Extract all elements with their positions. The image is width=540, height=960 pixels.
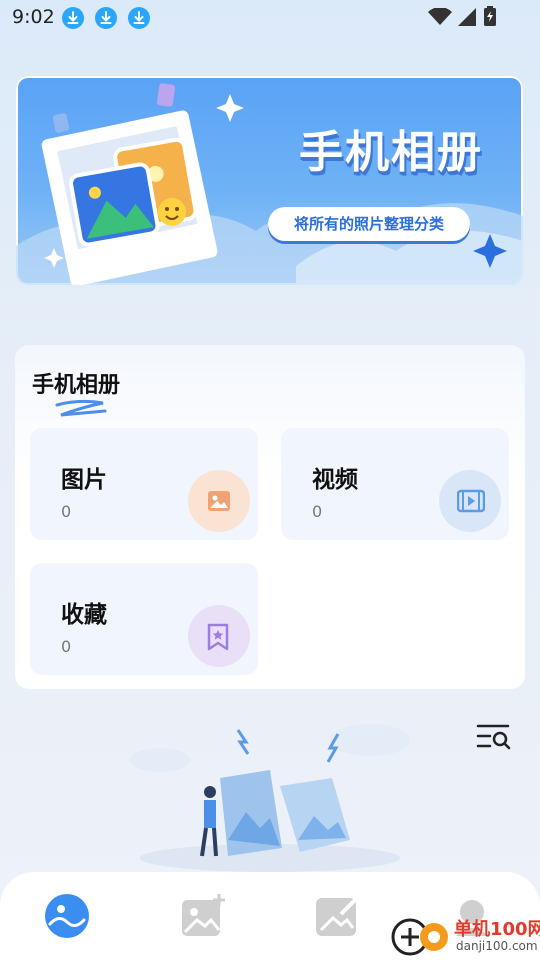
image-icon	[188, 470, 250, 532]
tile-pictures[interactable]: 图片 0	[30, 428, 258, 540]
list-search-icon[interactable]	[476, 722, 512, 752]
title-underline-swoosh	[55, 399, 107, 417]
status-bar: 9:02	[0, 0, 540, 36]
banner-subtitle-pill: 将所有的照片整理分类	[268, 207, 470, 241]
tile-count: 0	[61, 637, 72, 656]
tile-label: 图片	[61, 467, 107, 493]
section-title: 手机相册	[32, 373, 121, 398]
empty-state-illustration	[130, 724, 410, 872]
watermark-line2: danji100.com	[456, 939, 538, 953]
banner-title: 手机相册	[299, 127, 483, 178]
tile-label: 收藏	[61, 602, 107, 628]
edit-photo-icon[interactable]	[313, 892, 361, 940]
battery-icon	[484, 6, 496, 26]
tile-label: 视频	[312, 467, 358, 493]
tile-count: 0	[312, 502, 323, 521]
download-icon	[62, 7, 84, 29]
banner-illustration	[16, 83, 523, 285]
site-watermark-logo: 单机100网 danji100.com	[390, 915, 540, 960]
download-icon	[128, 7, 150, 29]
wifi-icon	[428, 8, 452, 25]
download-icon	[95, 7, 117, 29]
video-icon	[439, 470, 501, 532]
bookmark-star-icon	[188, 605, 250, 667]
tile-videos[interactable]: 视频 0	[281, 428, 509, 540]
album-card: 手机相册 图片 0 视频 0 收藏 0	[15, 345, 525, 689]
watermark-line1: 单机100网	[454, 919, 540, 940]
hero-banner[interactable]: 手机相册 将所有的照片整理分类	[16, 76, 523, 285]
tile-count: 0	[61, 502, 72, 521]
signal-icon	[458, 8, 476, 26]
add-photo-icon[interactable]	[179, 892, 227, 940]
status-time: 9:02	[12, 6, 55, 28]
tile-favorites[interactable]: 收藏 0	[30, 563, 258, 675]
album-icon[interactable]	[43, 892, 91, 940]
